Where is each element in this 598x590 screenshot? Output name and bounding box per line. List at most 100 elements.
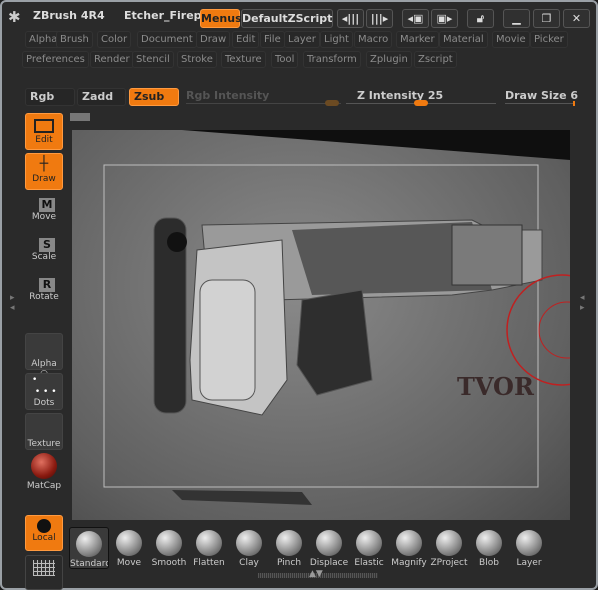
- menu-preferences[interactable]: Preferences: [22, 51, 89, 68]
- rgb-button[interactable]: Rgb: [25, 88, 75, 106]
- draw-size-slider[interactable]: [505, 101, 575, 106]
- zbrush-logo-icon: ✱: [8, 8, 21, 26]
- left-shelf-toggle-icon[interactable]: ▸ ◂: [10, 293, 15, 313]
- scroll-right-icon[interactable]: |||▸: [366, 9, 393, 28]
- palette-expand-icon[interactable]: ▲▼: [309, 569, 323, 579]
- brush-standard[interactable]: Standard: [69, 527, 109, 569]
- menu-edit[interactable]: Edit: [232, 31, 260, 48]
- brush-label: Flatten: [193, 558, 225, 568]
- menu-render[interactable]: Render: [90, 51, 134, 68]
- z-intensity-slider[interactable]: [346, 100, 496, 106]
- slider-handle[interactable]: [414, 100, 428, 106]
- zadd-button[interactable]: Zadd: [77, 88, 126, 106]
- brush-label: ZProject: [430, 558, 468, 568]
- texture-label: Texture: [27, 439, 61, 449]
- rgb-intensity-label: Rgb Intensity: [186, 89, 270, 102]
- smooth-brush-icon: [156, 530, 182, 556]
- menu-file[interactable]: File: [260, 31, 285, 48]
- brush-layer[interactable]: Layer: [509, 527, 549, 569]
- move-icon: M: [39, 198, 55, 212]
- brush-label: Magnify: [391, 558, 427, 568]
- menu-movie[interactable]: Movie: [492, 31, 530, 48]
- menu-picker[interactable]: Picker: [530, 31, 568, 48]
- menu-macro[interactable]: Macro: [354, 31, 393, 48]
- local-icon: [37, 519, 51, 533]
- stroke-dots-button[interactable]: • • • • Dots: [25, 373, 63, 410]
- document-tab[interactable]: [70, 113, 90, 121]
- alpha-button[interactable]: Alpha ○: [25, 333, 63, 379]
- move-label: Move: [31, 212, 57, 222]
- brush-smooth[interactable]: Smooth: [149, 527, 189, 569]
- menu-transform[interactable]: Transform: [303, 51, 361, 68]
- edit-button[interactable]: Edit: [25, 113, 63, 150]
- grid-icon: [33, 560, 55, 576]
- move-button[interactable]: M Move: [25, 195, 63, 230]
- zsub-button[interactable]: Zsub: [129, 88, 179, 106]
- menu-layer[interactable]: Layer: [284, 31, 320, 48]
- brush-label: Elastic: [354, 558, 384, 568]
- menu-zplugin[interactable]: Zplugin: [366, 51, 412, 68]
- brush-blob[interactable]: Blob: [469, 527, 509, 569]
- matcap-button[interactable]: MatCap: [25, 453, 63, 491]
- local-button[interactable]: Local: [25, 515, 63, 551]
- edit-icon: [34, 119, 54, 133]
- pinch-brush-icon: [276, 530, 302, 556]
- brush-elastic[interactable]: Elastic: [349, 527, 389, 569]
- standard-brush-icon: [76, 531, 102, 557]
- brush-label: Layer: [516, 558, 542, 568]
- floor-grid-button[interactable]: [25, 555, 63, 590]
- menu-stroke[interactable]: Stroke: [177, 51, 217, 68]
- brush-move[interactable]: Move: [109, 527, 149, 569]
- draw-size-label: Draw Size 6: [505, 89, 579, 102]
- flatten-brush-icon: [196, 530, 222, 556]
- menu-material[interactable]: Material: [439, 31, 488, 48]
- right-shelf-toggle-icon[interactable]: ◂ ▸: [580, 293, 585, 313]
- pistol-model: [153, 217, 543, 505]
- brush-zproject[interactable]: ZProject: [429, 527, 469, 569]
- zproject-brush-icon: [436, 530, 462, 556]
- scale-button[interactable]: S Scale: [25, 235, 63, 270]
- menu-color[interactable]: Color: [97, 31, 132, 48]
- scale-label: Scale: [31, 252, 57, 262]
- menus-button[interactable]: Menus: [200, 9, 242, 28]
- draw-button[interactable]: ┼ Draw: [25, 153, 63, 190]
- menu-zscript[interactable]: Zscript: [414, 51, 457, 68]
- rotate-label: Rotate: [29, 292, 59, 302]
- lock-icon[interactable]: 🔓︎: [467, 9, 494, 28]
- brush-flatten[interactable]: Flatten: [189, 527, 229, 569]
- elastic-brush-icon: [356, 530, 382, 556]
- menu-tool[interactable]: Tool: [271, 51, 299, 68]
- brush-clay[interactable]: Clay: [229, 527, 269, 569]
- menu-draw[interactable]: Draw: [196, 31, 231, 48]
- brush-pinch[interactable]: Pinch: [269, 527, 309, 569]
- menu-texture[interactable]: Texture: [221, 51, 266, 68]
- menu-brush[interactable]: Brush: [56, 31, 93, 48]
- brush-magnify[interactable]: Magnify: [389, 527, 429, 569]
- menu-document[interactable]: Document: [137, 31, 197, 48]
- minimize-icon[interactable]: ▁: [503, 9, 530, 28]
- default-zscript-button[interactable]: DefaultZScript: [241, 9, 333, 28]
- layout-prev-icon[interactable]: ◂▣: [402, 9, 429, 28]
- rotate-button[interactable]: R Rotate: [25, 275, 63, 310]
- displace-brush-icon: [316, 530, 342, 556]
- canvas-scene: TVOR: [103, 130, 570, 505]
- alpha-label: Alpha: [31, 359, 57, 369]
- brush-displace[interactable]: Displace: [309, 527, 349, 569]
- blob-brush-icon: [476, 530, 502, 556]
- draw-icon: ┼: [39, 156, 49, 172]
- edit-label: Edit: [35, 135, 53, 145]
- menu-marker[interactable]: Marker: [396, 31, 439, 48]
- scroll-left-icon[interactable]: ◂|||: [337, 9, 364, 28]
- layout-next-icon[interactable]: ▣▸: [431, 9, 458, 28]
- slider-handle[interactable]: [325, 100, 339, 106]
- matcap-label: MatCap: [26, 481, 62, 491]
- menu-light[interactable]: Light: [320, 31, 353, 48]
- rgb-intensity-slider[interactable]: [186, 100, 341, 106]
- canvas[interactable]: TVOR: [72, 130, 570, 520]
- document-title: Etcher_Firep: [124, 9, 200, 22]
- texture-button[interactable]: Texture: [25, 413, 63, 450]
- brush-label: Blob: [479, 558, 499, 568]
- restore-icon[interactable]: ❐: [533, 9, 560, 28]
- menu-stencil[interactable]: Stencil: [132, 51, 174, 68]
- close-icon[interactable]: ✕: [563, 9, 590, 28]
